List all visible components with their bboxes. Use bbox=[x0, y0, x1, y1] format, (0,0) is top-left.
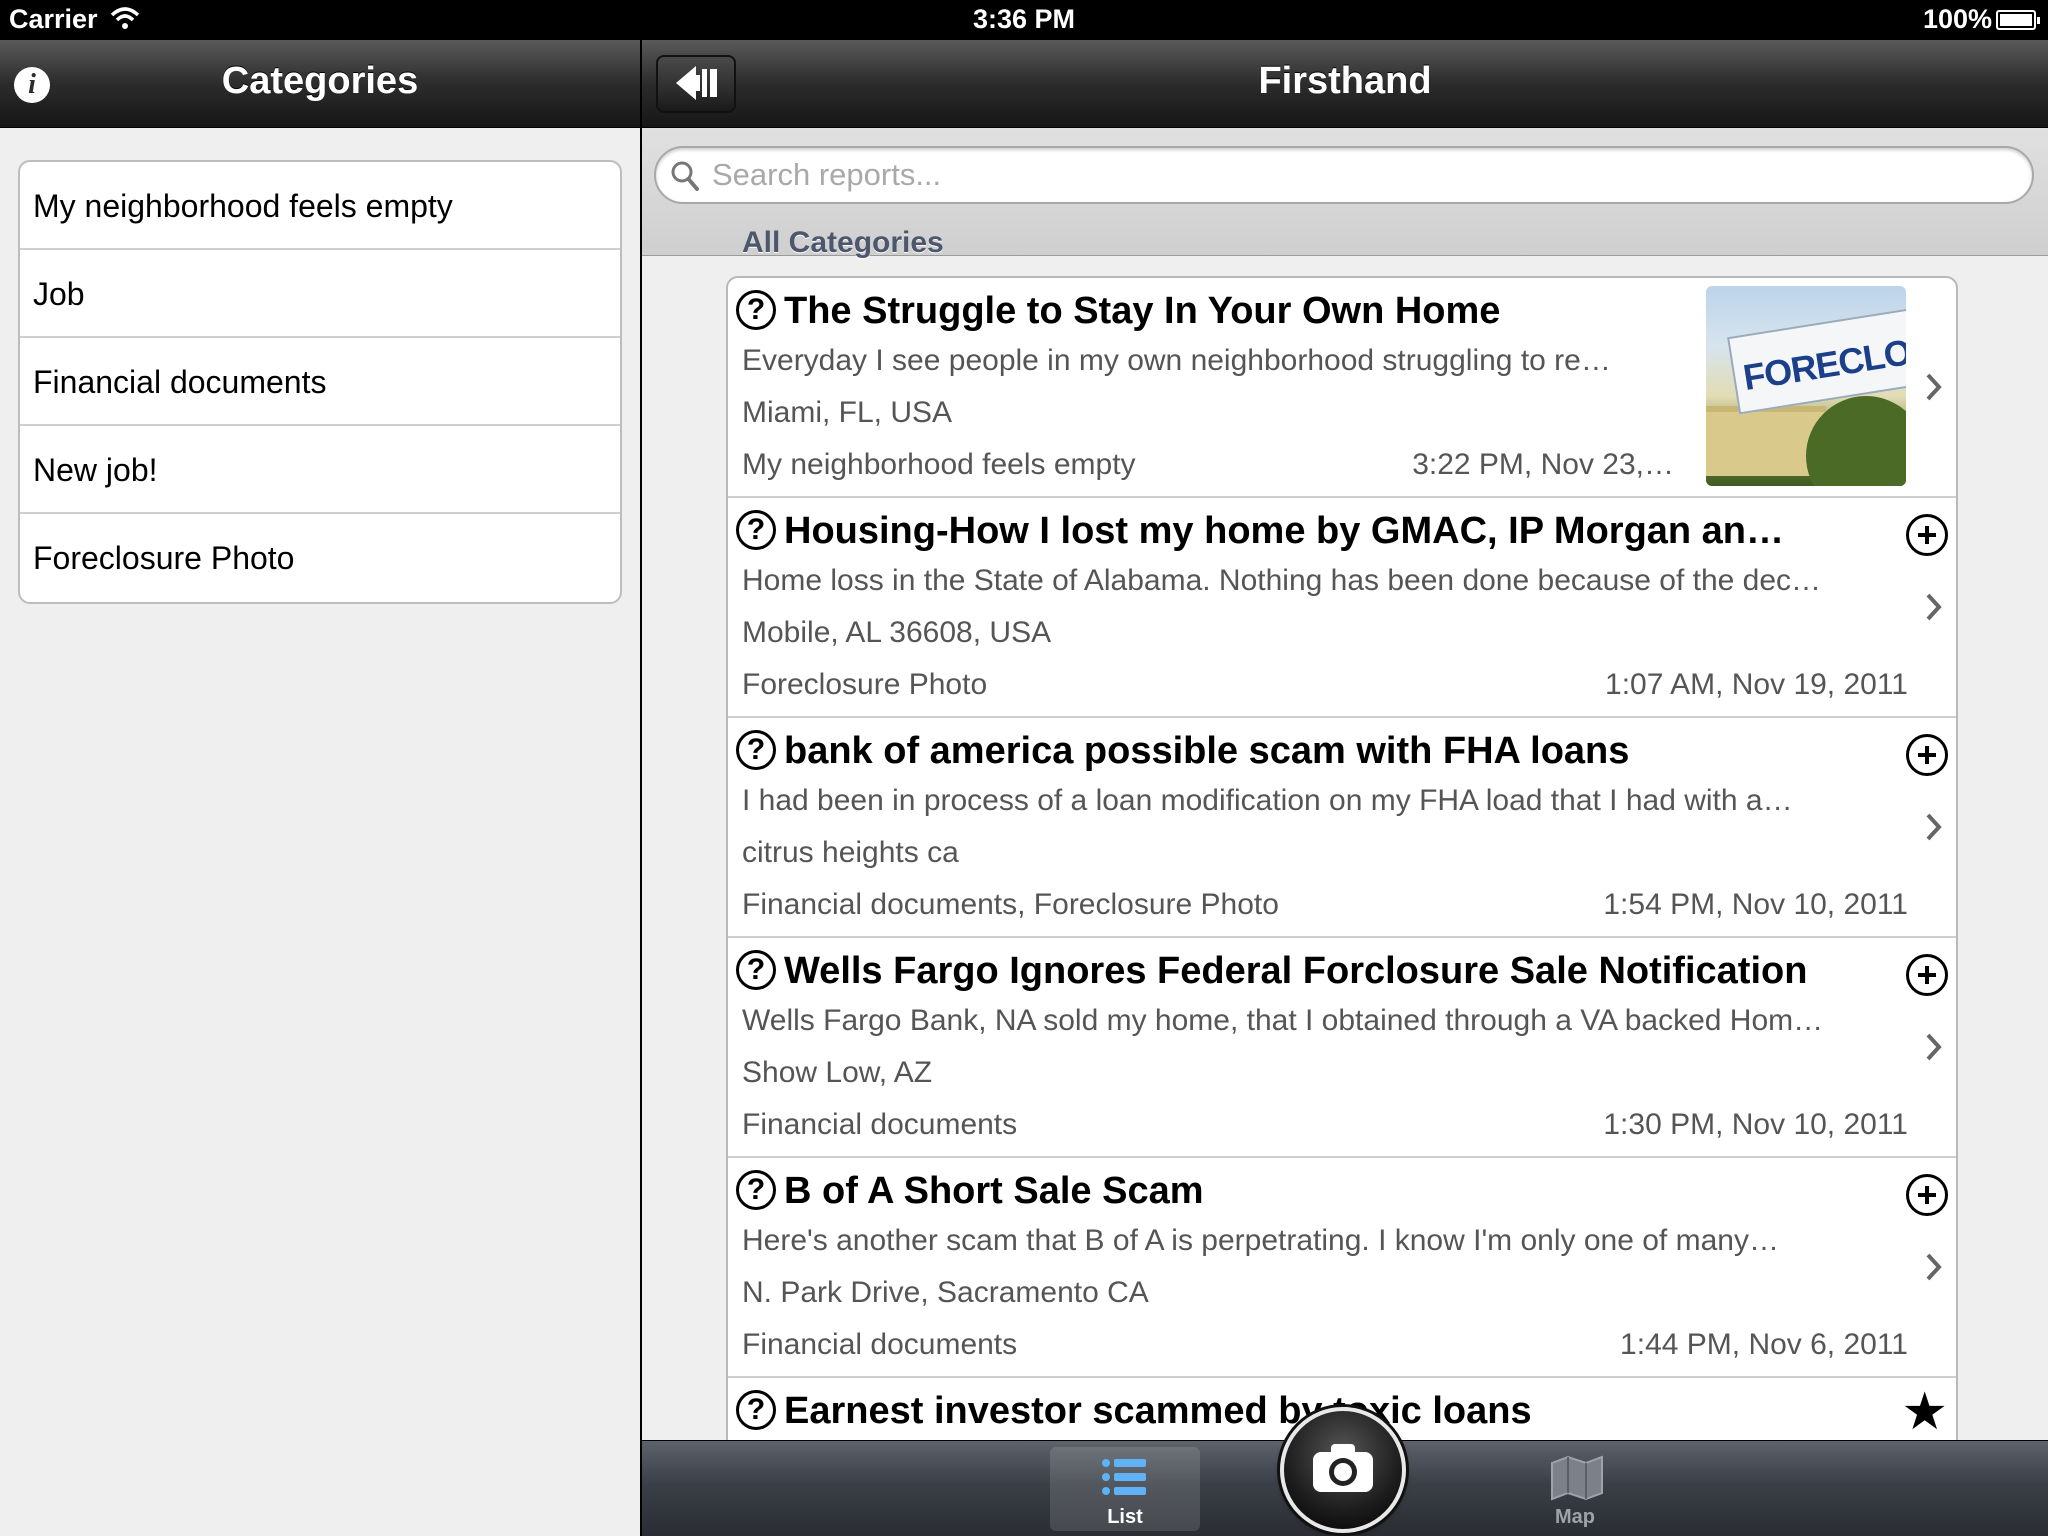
report-title: bank of america possible scam with FHA l… bbox=[784, 730, 1630, 772]
thumbnail-sign-text: FORECLOSUR bbox=[1740, 319, 1906, 399]
question-icon: ? bbox=[736, 1390, 776, 1430]
report-timestamp: 1:54 PM, Nov 10, 2011 bbox=[1603, 888, 1908, 921]
chevron-right-icon bbox=[1926, 1253, 1942, 1281]
tab-list-label: List bbox=[1107, 1506, 1143, 1528]
report-row[interactable]: ? The Struggle to Stay In Your Own Home … bbox=[728, 278, 1956, 498]
report-title: The Struggle to Stay In Your Own Home bbox=[784, 290, 1501, 332]
report-row[interactable]: ? B of A Short Sale Scam Here's another … bbox=[728, 1158, 1956, 1378]
report-title: B of A Short Sale Scam bbox=[784, 1170, 1204, 1212]
report-location: Mobile, AL 36608, USA bbox=[742, 616, 1052, 649]
report-title: Housing-How I lost my home by GMAC, IP M… bbox=[784, 510, 1785, 552]
category-item[interactable]: Job bbox=[20, 250, 620, 338]
report-location: Show Low, AZ bbox=[742, 1056, 933, 1089]
report-row[interactable]: ? Housing-How I lost my home by GMAC, IP… bbox=[728, 498, 1956, 718]
search-icon bbox=[671, 161, 699, 191]
question-icon: ? bbox=[736, 290, 776, 330]
plus-circle-icon[interactable] bbox=[1906, 514, 1948, 556]
search-input[interactable] bbox=[712, 154, 2012, 196]
report-row[interactable]: ? bank of america possible scam with FHA… bbox=[728, 718, 1956, 938]
battery-percent: 100% bbox=[1922, 4, 1992, 34]
tab-map-label: Map bbox=[1555, 1506, 1595, 1528]
report-snippet: Wells Fargo Bank, NA sold my home, that … bbox=[742, 1004, 1824, 1037]
report-location: Miami, FL, USA bbox=[742, 396, 953, 429]
category-list: My neighborhood feels empty Job Financia… bbox=[18, 160, 622, 604]
reports-title: Firsthand bbox=[1258, 60, 1432, 102]
status-bar: Carrier 3:36 PM 100% bbox=[0, 0, 2048, 40]
star-icon[interactable]: ★ bbox=[1901, 1386, 1948, 1438]
category-item[interactable]: New job! bbox=[20, 426, 620, 514]
categories-nav-bar: i Categories bbox=[0, 40, 640, 128]
report-location: N. Park Drive, Sacramento CA bbox=[742, 1276, 1149, 1309]
report-location: citrus heights ca bbox=[742, 836, 959, 869]
tab-bar: List Map bbox=[642, 1407, 2048, 1536]
report-snippet: Everyday I see people in my own neighbor… bbox=[742, 344, 1611, 377]
plus-circle-icon[interactable] bbox=[1906, 734, 1948, 776]
categories-title: Categories bbox=[221, 60, 419, 102]
question-icon: ? bbox=[736, 1170, 776, 1210]
question-icon: ? bbox=[736, 730, 776, 770]
report-timestamp: 1:30 PM, Nov 10, 2011 bbox=[1603, 1108, 1908, 1141]
report-categories: My neighborhood feels empty bbox=[742, 448, 1136, 481]
categories-pane: i Categories My neighborhood feels empty… bbox=[0, 40, 640, 1536]
question-icon: ? bbox=[736, 510, 776, 550]
report-snippet: I had been in process of a loan modifica… bbox=[742, 784, 1793, 817]
chevron-right-icon bbox=[1926, 1033, 1942, 1061]
plus-circle-icon[interactable] bbox=[1906, 1174, 1948, 1216]
report-categories: Financial documents, Foreclosure Photo bbox=[742, 888, 1279, 921]
report-row[interactable]: ? Wells Fargo Ignores Federal Forclosure… bbox=[728, 938, 1956, 1158]
search-field[interactable] bbox=[654, 146, 2034, 204]
plus-circle-icon[interactable] bbox=[1906, 954, 1948, 996]
report-categories: Financial documents bbox=[742, 1108, 1018, 1141]
category-item[interactable]: Financial documents bbox=[20, 338, 620, 426]
camera-icon bbox=[1313, 1444, 1373, 1492]
clock: 3:36 PM bbox=[972, 4, 1076, 34]
chevron-right-icon bbox=[1926, 813, 1942, 841]
section-header: All Categories bbox=[742, 226, 944, 259]
map-icon bbox=[1551, 1455, 1603, 1501]
category-item[interactable]: Foreclosure Photo bbox=[20, 514, 620, 602]
tab-map[interactable]: Map bbox=[1500, 1447, 1650, 1531]
reports-nav-bar: Firsthand bbox=[642, 40, 2048, 128]
reports-pane: Firsthand All Categories ? The Struggle … bbox=[642, 40, 2048, 1536]
category-item[interactable]: My neighborhood feels empty bbox=[20, 162, 620, 250]
battery-icon bbox=[1996, 10, 2040, 30]
list-icon bbox=[1102, 1459, 1146, 1495]
chevron-right-icon bbox=[1926, 373, 1942, 401]
report-snippet: Here's another scam that B of A is perpe… bbox=[742, 1224, 1779, 1257]
question-icon: ? bbox=[736, 950, 776, 990]
report-thumbnail[interactable]: FORECLOSUR bbox=[1706, 286, 1906, 486]
tab-list[interactable]: List bbox=[1050, 1447, 1200, 1531]
report-snippet: Home loss in the State of Alabama. Nothi… bbox=[742, 564, 1822, 597]
report-title: Wells Fargo Ignores Federal Forclosure S… bbox=[784, 950, 1808, 992]
report-title: Earnest investor scammed by toxic loans bbox=[784, 1390, 1532, 1432]
report-categories: Financial documents bbox=[742, 1328, 1018, 1361]
report-timestamp: 1:07 AM, Nov 19, 2011 bbox=[1605, 668, 1908, 701]
camera-button[interactable] bbox=[1280, 1407, 1406, 1533]
report-timestamp: 1:44 PM, Nov 6, 2011 bbox=[1620, 1328, 1908, 1361]
report-timestamp: 3:22 PM, Nov 23,… bbox=[1412, 448, 1674, 481]
report-list: ? The Struggle to Stay In Your Own Home … bbox=[726, 276, 1958, 1536]
report-categories: Foreclosure Photo bbox=[742, 668, 988, 701]
chevron-right-icon bbox=[1926, 593, 1942, 621]
